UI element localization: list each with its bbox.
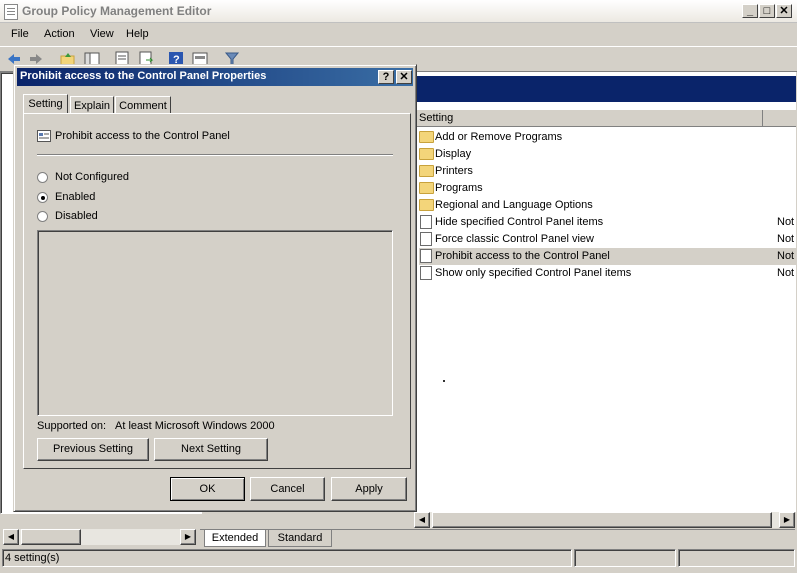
list-item-label: Hide specified Control Panel items [435, 216, 604, 228]
status-panel: 4 setting(s) [2, 549, 572, 567]
radio-disabled-label[interactable]: Disabled [55, 210, 98, 222]
list-item[interactable]: Programs [419, 180, 796, 197]
left-horizontal-scrollbar[interactable]: ◀ ▶ [3, 529, 196, 545]
menu-action[interactable]: Action [44, 28, 75, 40]
radio-not-configured[interactable] [37, 172, 48, 183]
dialog-title: Prohibit access to the Control Panel Pro… [20, 70, 267, 82]
next-setting-button[interactable]: Next Setting [154, 438, 268, 461]
setting-tab-panel: Prohibit access to the Control Panel Not… [23, 113, 411, 469]
options-box [37, 230, 393, 416]
radio-not-configured-label[interactable]: Not Configured [55, 171, 129, 183]
policy-setting-icon [37, 130, 51, 142]
list-item[interactable]: Display [419, 146, 796, 163]
menu-bar: File Action View Help [0, 24, 797, 45]
tab-comment[interactable]: Comment [115, 96, 171, 114]
policy-setting-icon [420, 232, 432, 246]
folder-icon [419, 182, 434, 194]
app-icon [4, 4, 18, 20]
list-item[interactable]: Add or Remove Programs [419, 129, 796, 146]
policy-setting-icon [420, 215, 432, 229]
properties-dialog: Prohibit access to the Control Panel Pro… [13, 64, 417, 512]
list-item-label: Prohibit access to the Control Panel [435, 250, 610, 262]
column-divider[interactable] [762, 110, 763, 126]
supported-on-label: Supported on: [37, 420, 107, 432]
dialog-close-button[interactable]: ✕ [396, 70, 412, 84]
radio-disabled[interactable] [37, 211, 48, 222]
column-header-setting[interactable]: Setting [419, 112, 453, 124]
status-bar: 4 setting(s) [0, 548, 797, 568]
menu-file[interactable]: File [11, 28, 29, 40]
header-banner [415, 76, 796, 102]
list-item-label: Force classic Control Panel view [435, 233, 594, 245]
menu-help[interactable]: Help [126, 28, 149, 40]
previous-setting-button[interactable]: Previous Setting [37, 438, 149, 461]
list-item[interactable]: Printers [419, 163, 796, 180]
list-item-label: Regional and Language Options [435, 199, 593, 211]
window-title: Group Policy Management Editor [22, 4, 212, 18]
policy-name: Prohibit access to the Control Panel [55, 130, 230, 142]
list-item-state: Not [777, 267, 795, 279]
scroll-thumb[interactable] [21, 529, 81, 545]
status-text: 4 setting(s) [5, 552, 60, 564]
stray-dot [443, 380, 445, 382]
list-item[interactable]: Show only specified Control Panel items … [419, 265, 796, 282]
scroll-left-arrow-icon[interactable]: ◀ [414, 512, 430, 528]
dialog-help-button[interactable]: ? [378, 70, 394, 84]
list-item-label: Programs [435, 182, 483, 194]
list-item-state: Not [777, 216, 795, 228]
radio-enabled[interactable] [37, 192, 48, 203]
tab-extended[interactable]: Extended [204, 530, 266, 547]
settings-list-pane: Setting Add or Remove Programs Display P… [414, 72, 796, 512]
list-item[interactable]: Force classic Control Panel view Not [419, 231, 796, 248]
tab-explain[interactable]: Explain [70, 96, 114, 114]
folder-icon [419, 165, 434, 177]
folder-icon [419, 199, 434, 211]
scroll-left-arrow-icon[interactable]: ◀ [3, 529, 19, 545]
list-item-selected[interactable]: Prohibit access to the Control Panel Not [419, 248, 796, 265]
list-item[interactable]: Hide specified Control Panel items Not [419, 214, 796, 231]
bottom-bar: ◀ ▶ ◀ ▶ Extended Standard [0, 512, 797, 548]
status-panel-2 [574, 549, 676, 567]
minimize-button[interactable]: _ [742, 4, 758, 18]
dialog-title-bar[interactable]: Prohibit access to the Control Panel Pro… [17, 68, 413, 86]
apply-button[interactable]: Apply [331, 477, 407, 501]
list-item[interactable]: Regional and Language Options [419, 197, 796, 214]
policy-setting-icon [420, 266, 432, 280]
folder-icon [419, 148, 434, 160]
status-panel-3 [678, 549, 795, 567]
list-item-label: Show only specified Control Panel items [435, 267, 632, 279]
cancel-button[interactable]: Cancel [250, 477, 325, 501]
scroll-right-arrow-icon[interactable]: ▶ [779, 512, 795, 528]
radio-enabled-label[interactable]: Enabled [55, 191, 95, 203]
supported-on-value: At least Microsoft Windows 2000 [115, 420, 275, 432]
tab-standard[interactable]: Standard [268, 530, 332, 547]
maximize-button[interactable]: □ [759, 4, 775, 18]
scroll-right-arrow-icon[interactable]: ▶ [180, 529, 196, 545]
separator [37, 154, 393, 156]
folder-icon [419, 131, 434, 143]
list-item-label: Add or Remove Programs [435, 131, 563, 143]
list-item-state: Not [777, 250, 795, 262]
ok-button[interactable]: OK [170, 477, 245, 501]
tab-setting[interactable]: Setting [23, 94, 68, 114]
list-item-state: Not [777, 233, 795, 245]
close-button[interactable]: ✕ [776, 4, 792, 18]
right-horizontal-scrollbar[interactable]: ◀ ▶ [414, 512, 795, 528]
policy-setting-icon [420, 249, 432, 263]
title-bar: Group Policy Management Editor _ □ ✕ [0, 0, 797, 23]
list-item-label: Printers [435, 165, 473, 177]
scroll-thumb[interactable] [432, 512, 772, 528]
list-item-label: Display [435, 148, 472, 160]
view-tabs: Extended Standard [200, 529, 795, 548]
menu-view[interactable]: View [90, 28, 114, 40]
column-header: Setting [415, 110, 796, 127]
